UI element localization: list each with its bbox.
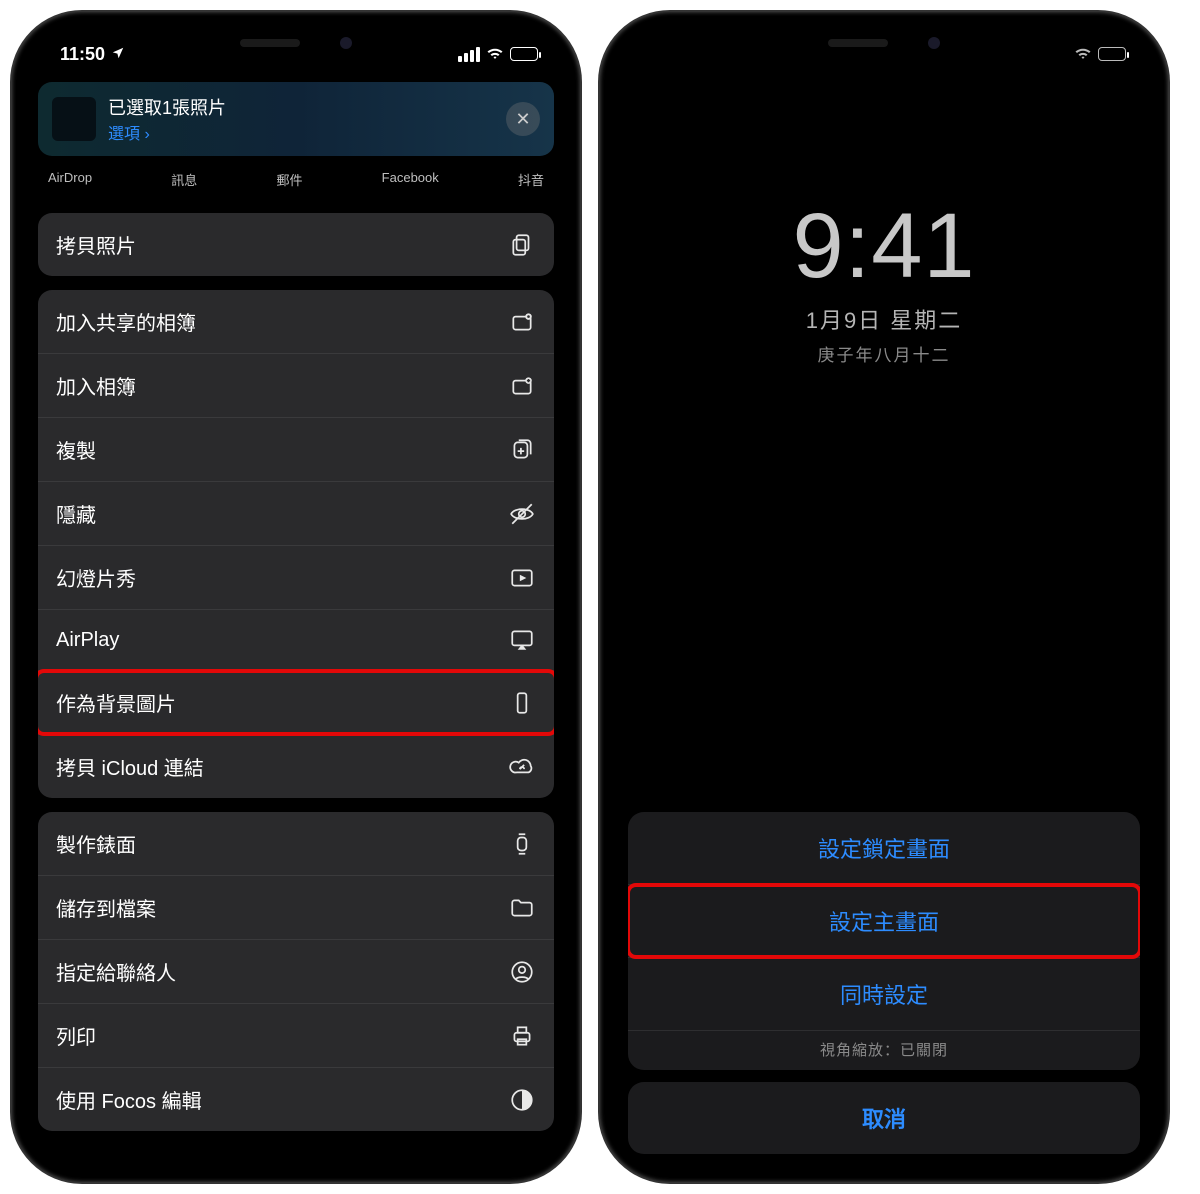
selected-count: 已選取1張照片 — [108, 94, 494, 120]
action-watch-face[interactable]: 製作錶面 — [38, 812, 554, 876]
wallpaper-set-sheet: 設定鎖定畫面 設定主畫面 同時設定 視角縮放：已關閉 取消 — [628, 800, 1140, 1154]
airplay-icon — [508, 627, 536, 653]
action-assign-contact[interactable]: 指定給聯絡人 — [38, 940, 554, 1004]
lock-time: 9:41 — [614, 194, 1154, 299]
location-icon — [111, 46, 125, 63]
wallpaper-icon — [508, 690, 536, 716]
action-list: 拷貝照片 加入共享的相簿 加入相簿 複製 — [26, 195, 566, 1141]
hide-icon — [508, 501, 536, 527]
action-shared-album[interactable]: 加入共享的相簿 — [38, 290, 554, 354]
screen-right: 9:41 1月9日 星期二 庚子年八月十二 設定鎖定畫面 設定主畫面 同時設定 … — [614, 26, 1154, 1168]
wifi-icon — [1074, 44, 1092, 65]
share-app-row: AirDrop 訊息 郵件 Facebook 抖音 — [26, 156, 566, 195]
action-duplicate[interactable]: 複製 — [38, 418, 554, 482]
app-mail[interactable]: 郵件 — [276, 170, 302, 189]
app-douyin[interactable]: 抖音 — [518, 170, 544, 189]
photo-thumbnail — [52, 97, 96, 141]
action-group-2: 加入共享的相簿 加入相簿 複製 隱藏 幻燈片秀 — [38, 290, 554, 798]
action-save-files[interactable]: 儲存到檔案 — [38, 876, 554, 940]
action-airplay[interactable]: AirPlay — [38, 610, 554, 671]
watch-icon — [508, 831, 536, 857]
status-time: 11:50 — [60, 44, 105, 65]
action-slideshow[interactable]: 幻燈片秀 — [38, 546, 554, 610]
screen-left: 11:50 已選取1張照片 選項 › ✕ AirDrop — [26, 26, 566, 1168]
options-link[interactable]: 選項 › — [108, 120, 494, 144]
phone-right: 9:41 1月9日 星期二 庚子年八月十二 設定鎖定畫面 設定主畫面 同時設定 … — [600, 12, 1168, 1182]
action-add-album[interactable]: 加入相簿 — [38, 354, 554, 418]
wifi-icon — [486, 44, 504, 65]
notch — [181, 26, 411, 60]
add-album-icon — [508, 373, 536, 399]
app-messages[interactable]: 訊息 — [171, 170, 197, 189]
shared-album-icon — [508, 309, 536, 335]
battery-icon — [1098, 47, 1126, 61]
action-wallpaper[interactable]: 作為背景圖片 — [38, 671, 554, 735]
lock-lunar-date: 庚子年八月十二 — [614, 341, 1154, 366]
cancel-button[interactable]: 取消 — [628, 1082, 1140, 1154]
action-icloud-link[interactable]: 拷貝 iCloud 連結 — [38, 735, 554, 798]
phone-left: 11:50 已選取1張照片 選項 › ✕ AirDrop — [12, 12, 580, 1182]
duplicate-icon — [508, 437, 536, 463]
contact-icon — [508, 959, 536, 985]
icloud-link-icon — [508, 754, 536, 780]
action-copy-photo[interactable]: 拷貝照片 — [38, 213, 554, 276]
action-focos-edit[interactable]: 使用 Focos 編輯 — [38, 1068, 554, 1131]
print-icon — [508, 1023, 536, 1049]
lock-screen-clock: 9:41 1月9日 星期二 庚子年八月十二 — [614, 194, 1154, 366]
action-hide[interactable]: 隱藏 — [38, 482, 554, 546]
action-print[interactable]: 列印 — [38, 1004, 554, 1068]
perspective-note: 視角縮放：已關閉 — [628, 1031, 1140, 1070]
slideshow-icon — [508, 565, 536, 591]
app-facebook[interactable]: Facebook — [382, 170, 439, 189]
close-button[interactable]: ✕ — [506, 102, 540, 136]
option-set-home[interactable]: 設定主畫面 — [628, 885, 1140, 958]
focos-icon — [508, 1087, 536, 1113]
notch — [769, 26, 999, 60]
lock-date: 1月9日 星期二 — [614, 303, 1154, 335]
option-set-both[interactable]: 同時設定 — [628, 958, 1140, 1031]
option-set-lock[interactable]: 設定鎖定畫面 — [628, 812, 1140, 885]
folder-icon — [508, 895, 536, 921]
copy-pages-icon — [508, 232, 536, 258]
battery-icon — [510, 47, 538, 61]
app-airdrop[interactable]: AirDrop — [48, 170, 92, 189]
action-group-1: 拷貝照片 — [38, 213, 554, 276]
action-group-3: 製作錶面 儲存到檔案 指定給聯絡人 列印 使用 Focos 編輯 — [38, 812, 554, 1131]
cellular-icon — [456, 47, 480, 62]
share-header: 已選取1張照片 選項 › ✕ — [38, 82, 554, 156]
